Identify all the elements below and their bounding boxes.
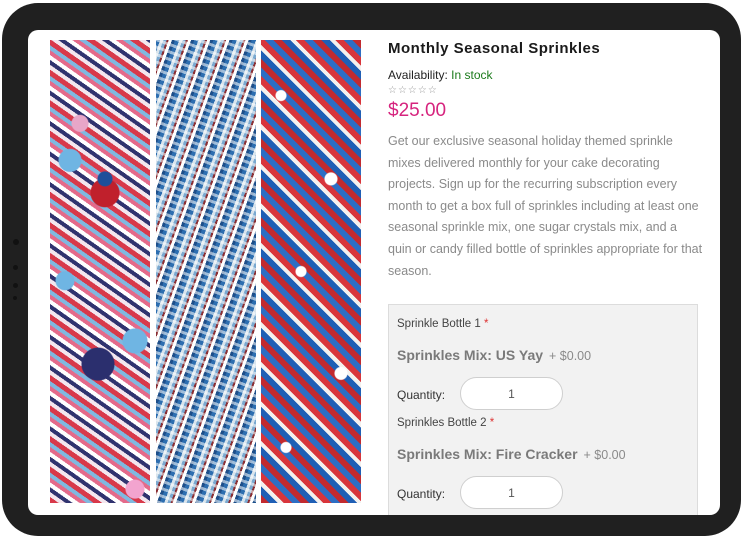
screen: Monthly Seasonal Sprinkles Availability:… bbox=[28, 30, 720, 515]
option-add-price: + $0.00 bbox=[549, 349, 592, 363]
option-label-bottle-1: Sprinkle Bottle 1 * bbox=[397, 318, 489, 330]
availability: Availability: In stock bbox=[388, 68, 493, 82]
camera-dot bbox=[13, 239, 19, 245]
quantity-input-bottle-1[interactable] bbox=[460, 377, 563, 410]
product-image-sugar-crystals[interactable] bbox=[156, 40, 256, 503]
product-image-sprinkles-mix[interactable] bbox=[50, 40, 150, 503]
option-value-bottle-1[interactable]: Sprinkles Mix: US Yay + $0.00 bbox=[397, 347, 591, 363]
product-price: $25.00 bbox=[388, 100, 447, 121]
required-mark: * bbox=[489, 417, 495, 429]
required-mark: * bbox=[483, 318, 489, 330]
tablet-frame: Monthly Seasonal Sprinkles Availability:… bbox=[2, 3, 741, 536]
sensor-dot bbox=[13, 283, 18, 288]
option-label-bottle-2: Sprinkles Bottle 2 * bbox=[397, 417, 495, 429]
quantity-label: Quantity: bbox=[397, 388, 446, 402]
product-title: Monthly Seasonal Sprinkles bbox=[388, 40, 601, 57]
product-image-star-sprinkles[interactable] bbox=[261, 40, 361, 503]
sensor-dot bbox=[13, 265, 18, 270]
product-description: Get our exclusive seasonal holiday theme… bbox=[388, 134, 703, 278]
product-options-panel: Sprinkle Bottle 1 * Sprinkles Mix: US Ya… bbox=[388, 304, 698, 515]
quantity-input-bottle-2[interactable] bbox=[460, 476, 563, 509]
option-value-bottle-2[interactable]: Sprinkles Mix: Fire Cracker + $0.00 bbox=[397, 446, 626, 462]
quantity-label: Quantity: bbox=[397, 487, 446, 501]
option-add-price: + $0.00 bbox=[583, 448, 626, 462]
availability-status: In stock bbox=[451, 68, 493, 82]
rating-stars-icon[interactable]: ☆☆☆☆☆ bbox=[388, 85, 438, 96]
availability-label: Availability: bbox=[388, 68, 448, 82]
sensor-dot bbox=[13, 296, 17, 300]
